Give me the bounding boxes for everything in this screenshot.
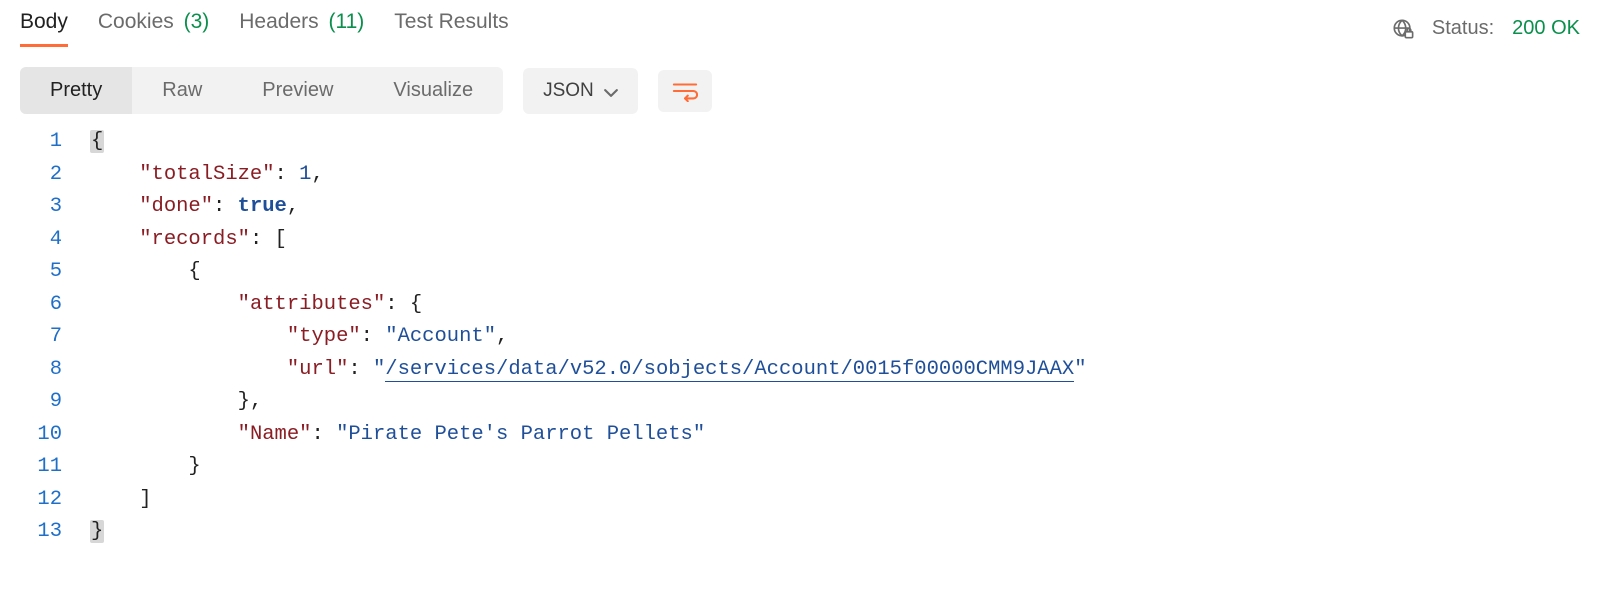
code-line: 11 } <box>20 451 1580 484</box>
format-select[interactable]: JSON <box>523 68 638 114</box>
brace-open: { <box>90 130 104 153</box>
json-key: "records" <box>139 228 250 251</box>
view-tab-label: Raw <box>162 79 202 101</box>
json-key: "url" <box>287 358 349 381</box>
wrap-lines-button[interactable] <box>658 70 712 112</box>
response-toolbar: Pretty Raw Preview Visualize JSON <box>0 47 1600 126</box>
tab-cookies[interactable]: Cookies (3) <box>98 10 209 47</box>
json-string: "Account" <box>385 325 496 348</box>
tab-label: Headers <box>239 10 318 33</box>
response-body[interactable]: 1 { 2 "totalSize": 1, 3 "done": true, 4 … <box>0 126 1600 549</box>
json-string: "Pirate Pete's Parrot Pellets" <box>336 423 705 446</box>
brace-open: { <box>410 293 422 316</box>
code-line: 1 { <box>20 126 1580 159</box>
code-content: } <box>90 451 201 484</box>
code-line: 8 "url": "/services/data/v52.0/sobjects/… <box>20 354 1580 387</box>
tab-count: (11) <box>329 10 365 33</box>
code-content: "Name": "Pirate Pete's Parrot Pellets" <box>90 419 705 452</box>
line-number: 9 <box>20 386 90 419</box>
code-content: } <box>90 516 104 549</box>
json-key: "type" <box>287 325 361 348</box>
brace-open: { <box>188 260 200 283</box>
line-number: 13 <box>20 516 90 549</box>
line-number: 6 <box>20 289 90 322</box>
chevron-down-icon <box>604 84 618 98</box>
view-tabs: Pretty Raw Preview Visualize <box>20 67 503 114</box>
code-content: "attributes": { <box>90 289 422 322</box>
status-area: Status: 200 OK <box>1392 17 1580 40</box>
code-line: 10 "Name": "Pirate Pete's Parrot Pellets… <box>20 419 1580 452</box>
tab-count: (3) <box>184 10 210 33</box>
status-code: 200 OK <box>1512 17 1580 40</box>
line-number: 3 <box>20 191 90 224</box>
code-content: "records": [ <box>90 224 287 257</box>
view-tab-label: Visualize <box>393 79 473 101</box>
view-raw[interactable]: Raw <box>132 67 232 114</box>
code-content: "url": "/services/data/v52.0/sobjects/Ac… <box>90 354 1087 387</box>
view-tab-label: Preview <box>262 79 333 101</box>
url-link[interactable]: /services/data/v52.0/sobjects/Account/00… <box>385 358 1074 382</box>
tab-body[interactable]: Body <box>20 10 68 47</box>
code-content: { <box>90 126 104 159</box>
line-number: 4 <box>20 224 90 257</box>
code-line: 12 ] <box>20 484 1580 517</box>
response-tabs: Body Cookies (3) Headers (11) Test Resul… <box>20 10 509 47</box>
code-content: ] <box>90 484 152 517</box>
line-number: 11 <box>20 451 90 484</box>
code-line: 13 } <box>20 516 1580 549</box>
json-key: "totalSize" <box>139 163 274 186</box>
brace-close: } <box>238 390 250 413</box>
code-line: 6 "attributes": { <box>20 289 1580 322</box>
line-number: 7 <box>20 321 90 354</box>
json-key: "attributes" <box>238 293 386 316</box>
code-line: 3 "done": true, <box>20 191 1580 224</box>
tab-label: Test Results <box>394 10 508 33</box>
view-visualize[interactable]: Visualize <box>363 67 503 114</box>
status-label: Status: <box>1432 17 1494 40</box>
code-content: }, <box>90 386 262 419</box>
code-content: "done": true, <box>90 191 299 224</box>
code-line: 4 "records": [ <box>20 224 1580 257</box>
format-label: JSON <box>543 80 594 102</box>
code-content: "type": "Account", <box>90 321 508 354</box>
tab-label: Cookies <box>98 10 174 33</box>
line-number: 5 <box>20 256 90 289</box>
line-number: 2 <box>20 159 90 192</box>
json-key: "Name" <box>238 423 312 446</box>
tab-label: Body <box>20 10 68 33</box>
bracket-close: ] <box>139 488 151 511</box>
code-content: { <box>90 256 201 289</box>
line-number: 10 <box>20 419 90 452</box>
code-line: 2 "totalSize": 1, <box>20 159 1580 192</box>
wrap-lines-icon <box>672 80 698 102</box>
view-preview[interactable]: Preview <box>232 67 363 114</box>
code-line: 7 "type": "Account", <box>20 321 1580 354</box>
brace-close: } <box>90 520 104 543</box>
code-content: "totalSize": 1, <box>90 159 324 192</box>
code-line: 9 }, <box>20 386 1580 419</box>
response-header: Body Cookies (3) Headers (11) Test Resul… <box>0 0 1600 47</box>
line-number: 1 <box>20 126 90 159</box>
brace-close: } <box>188 455 200 478</box>
json-number: 1 <box>299 163 311 186</box>
view-pretty[interactable]: Pretty <box>20 67 132 114</box>
code-line: 5 { <box>20 256 1580 289</box>
line-number: 12 <box>20 484 90 517</box>
network-icon[interactable] <box>1392 18 1414 40</box>
line-number: 8 <box>20 354 90 387</box>
json-boolean: true <box>238 195 287 218</box>
json-key: "done" <box>139 195 213 218</box>
view-tab-label: Pretty <box>50 79 102 101</box>
tab-test-results[interactable]: Test Results <box>394 10 508 47</box>
tab-headers[interactable]: Headers (11) <box>239 10 364 47</box>
